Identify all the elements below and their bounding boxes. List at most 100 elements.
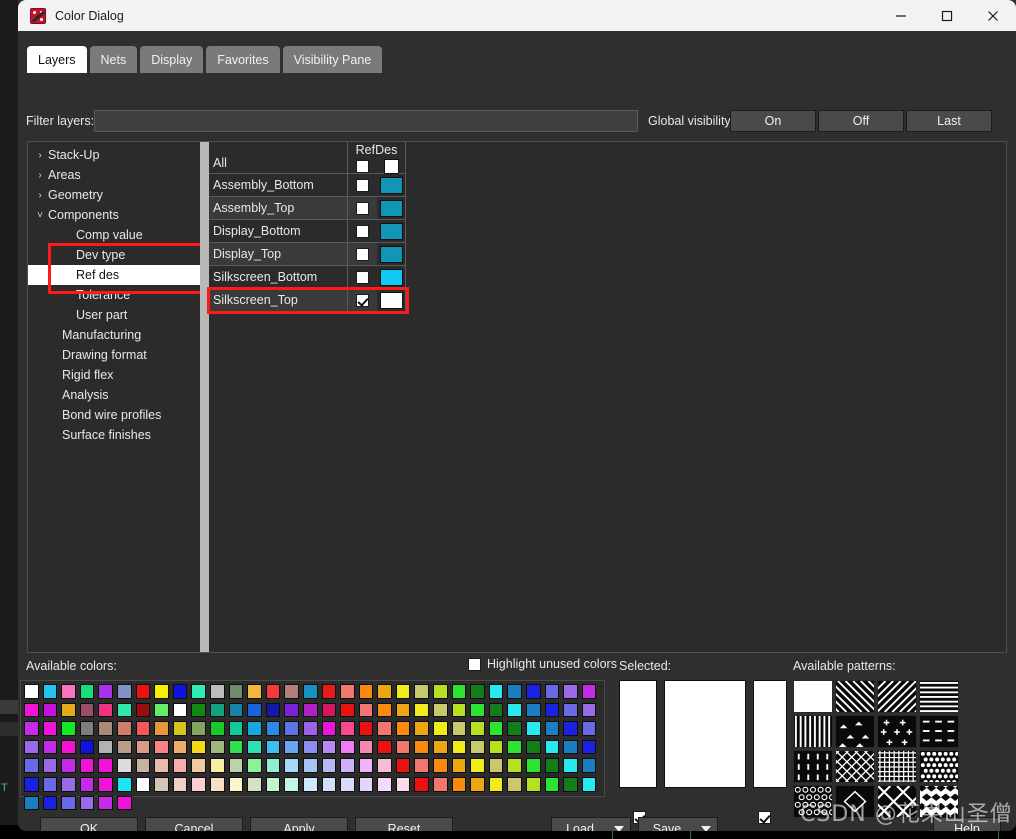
palette-color-cell[interactable] — [450, 738, 469, 757]
palette-color-cell[interactable] — [189, 701, 208, 720]
palette-color-cell[interactable] — [152, 719, 171, 738]
palette-color-cell[interactable] — [524, 719, 543, 738]
palette-color-cell[interactable] — [338, 719, 357, 738]
palette-color-cell[interactable] — [189, 775, 208, 794]
palette-color-cell[interactable] — [450, 775, 469, 794]
pattern-diag-back-wide[interactable] — [835, 680, 875, 713]
tree-item-manufacturing[interactable]: Manufacturing — [28, 325, 200, 345]
palette-color-cell[interactable] — [301, 682, 320, 701]
palette-color-cell[interactable] — [561, 738, 580, 757]
tree-item-tolerance[interactable]: Tolerance — [28, 285, 200, 305]
palette-color-cell[interactable] — [543, 682, 562, 701]
palette-color-cell[interactable] — [505, 682, 524, 701]
palette-color-cell[interactable] — [208, 682, 227, 701]
palette-color-cell[interactable] — [338, 756, 357, 775]
save-button[interactable]: Save — [638, 817, 718, 831]
palette-color-cell[interactable] — [22, 775, 41, 794]
table-row[interactable]: Display_Bottom — [209, 220, 406, 243]
palette-color-cell[interactable] — [561, 719, 580, 738]
layer-color-cell[interactable] — [377, 174, 406, 197]
palette-color-cell[interactable] — [320, 738, 339, 757]
tree-item-surface-finishes[interactable]: Surface finishes — [28, 425, 200, 445]
palette-color-cell[interactable] — [208, 775, 227, 794]
palette-color-cell[interactable] — [134, 738, 153, 757]
layer-color-swatch[interactable] — [379, 268, 403, 286]
palette-color-cell[interactable] — [394, 738, 413, 757]
tab-layers[interactable]: Layers — [27, 46, 87, 73]
palette-color-cell[interactable] — [245, 719, 264, 738]
palette-color-cell[interactable] — [78, 794, 97, 813]
palette-color-cell[interactable] — [357, 719, 376, 738]
table-row[interactable]: Silkscreen_Top — [209, 289, 406, 312]
palette-color-cell[interactable] — [375, 775, 394, 794]
palette-color-cell[interactable] — [171, 775, 190, 794]
palette-color-cell[interactable] — [227, 682, 246, 701]
palette-color-cell[interactable] — [134, 756, 153, 775]
palette-color-cell[interactable] — [59, 682, 78, 701]
palette-color-cell[interactable] — [96, 719, 115, 738]
palette-color-cell[interactable] — [338, 738, 357, 757]
palette-color-cell[interactable] — [375, 701, 394, 720]
close-icon[interactable] — [970, 0, 1016, 31]
layer-refdes-checkbox-cell[interactable] — [348, 197, 377, 220]
pattern-plus-signs[interactable] — [877, 715, 917, 748]
palette-color-cell[interactable] — [468, 775, 487, 794]
palette-color-cell[interactable] — [245, 738, 264, 757]
global-visibility-on-button[interactable]: On — [730, 110, 816, 132]
palette-color-cell[interactable] — [505, 756, 524, 775]
global-visibility-off-button[interactable]: Off — [818, 110, 904, 132]
palette-color-cell[interactable] — [431, 701, 450, 720]
palette-color-cell[interactable] — [505, 701, 524, 720]
palette-color-cell[interactable] — [78, 738, 97, 757]
palette-color-cell[interactable] — [22, 794, 41, 813]
palette-color-cell[interactable] — [431, 719, 450, 738]
layer-color-cell[interactable] — [377, 220, 406, 243]
pattern-solid[interactable] — [793, 680, 833, 713]
palette-color-cell[interactable] — [152, 682, 171, 701]
palette-color-cell[interactable] — [394, 719, 413, 738]
palette-color-cell[interactable] — [580, 719, 599, 738]
palette-color-cell[interactable] — [487, 738, 506, 757]
palette-color-cell[interactable] — [264, 738, 283, 757]
layer-refdes-checkbox-cell[interactable] — [348, 174, 377, 197]
pattern-diag-fwd-wide[interactable] — [877, 680, 917, 713]
palette-color-cell[interactable] — [301, 738, 320, 757]
palette-color-cell[interactable] — [227, 775, 246, 794]
pattern-short-vertical-dashes[interactable] — [793, 750, 833, 783]
palette-color-cell[interactable] — [22, 756, 41, 775]
palette-color-cell[interactable] — [171, 682, 190, 701]
tab-nets[interactable]: Nets — [89, 46, 138, 73]
layer-refdes-checkbox-cell[interactable] — [348, 220, 377, 243]
tab-favorites[interactable]: Favorites — [206, 46, 280, 73]
palette-color-cell[interactable] — [115, 794, 134, 813]
palette-color-cell[interactable] — [320, 775, 339, 794]
palette-color-cell[interactable] — [301, 756, 320, 775]
palette-color-cell[interactable] — [152, 756, 171, 775]
table-row[interactable]: Display_Top — [209, 243, 406, 266]
chevron-down-icon[interactable] — [695, 826, 717, 831]
palette-color-cell[interactable] — [96, 682, 115, 701]
tree-item-drawing-format[interactable]: Drawing format — [28, 345, 200, 365]
palette-color-cell[interactable] — [431, 682, 450, 701]
palette-color-cell[interactable] — [189, 682, 208, 701]
palette-color-cell[interactable] — [357, 682, 376, 701]
palette-color-cell[interactable] — [227, 738, 246, 757]
palette-color-cell[interactable] — [59, 756, 78, 775]
tree-item-ref-des[interactable]: Ref des — [28, 265, 200, 285]
layer-color-swatch[interactable] — [379, 245, 403, 263]
palette-color-cell[interactable] — [264, 719, 283, 738]
palette-color-cell[interactable] — [524, 756, 543, 775]
table-row[interactable]: Silkscreen_Bottom — [209, 266, 406, 289]
selected-swatch-pattern[interactable] — [753, 680, 787, 788]
palette-color-cell[interactable] — [357, 738, 376, 757]
palette-color-cell[interactable] — [338, 682, 357, 701]
highlight-unused-colors-box[interactable] — [468, 657, 481, 671]
layer-color-cell[interactable] — [377, 197, 406, 220]
pattern-dots-grid[interactable] — [919, 750, 959, 783]
palette-color-cell[interactable] — [412, 756, 431, 775]
tree-item-analysis[interactable]: Analysis — [28, 385, 200, 405]
palette-color-cell[interactable] — [41, 719, 60, 738]
layer-color-swatch[interactable] — [379, 291, 403, 309]
selected-swatch-preview[interactable] — [664, 680, 746, 788]
palette-color-cell[interactable] — [468, 756, 487, 775]
